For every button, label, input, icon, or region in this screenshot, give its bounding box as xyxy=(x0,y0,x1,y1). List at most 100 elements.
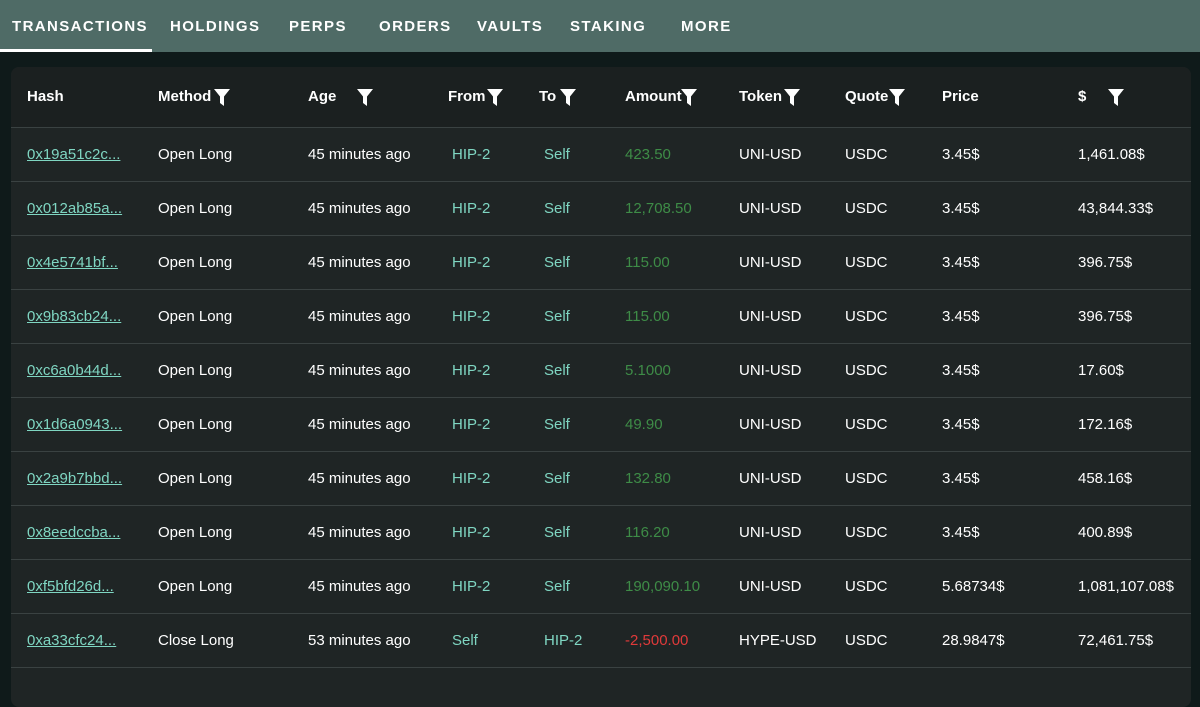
amount-cell: 423.50 xyxy=(625,146,671,163)
age-cell: 45 minutes ago xyxy=(308,416,411,433)
price-cell: 3.45$ xyxy=(942,308,980,325)
tab-vaults[interactable]: VAULTS xyxy=(477,0,543,52)
age-cell: 53 minutes ago xyxy=(308,632,411,649)
price-cell: 3.45$ xyxy=(942,254,980,271)
table-row: 0x012ab85a... Open Long 45 minutes ago HIP-… xyxy=(11,182,1191,236)
method-cell: Open Long xyxy=(158,308,233,325)
age-cell: 45 minutes ago xyxy=(308,254,411,271)
from-link[interactable]: HIP-2 xyxy=(452,236,490,290)
usd-value-cell: 396.75$ xyxy=(1078,308,1133,325)
hash-link[interactable]: 0x19a51c2c... xyxy=(27,128,120,182)
from-link[interactable]: HIP-2 xyxy=(452,452,490,506)
usd-value-cell: 400.89$ xyxy=(1078,524,1133,541)
filter-icon[interactable] xyxy=(889,89,905,106)
amount-cell: 12,708.50 xyxy=(625,200,692,217)
tab-orders[interactable]: ORDERS xyxy=(379,0,452,52)
table-row: 0x2a9b7bbd... Open Long 45 minutes ago HIP-… xyxy=(11,452,1191,506)
usd-value-cell: 17.60$ xyxy=(1078,362,1124,379)
usd-value-cell: 172.16$ xyxy=(1078,416,1133,433)
tab-staking[interactable]: STAKING xyxy=(570,0,646,52)
usd-value-cell: 43,844.33$ xyxy=(1078,200,1154,217)
from-link[interactable]: HIP-2 xyxy=(452,182,490,236)
age-cell: 45 minutes ago xyxy=(308,308,411,325)
to-link[interactable]: Self xyxy=(544,182,570,236)
from-link[interactable]: HIP-2 xyxy=(452,128,490,182)
token-cell: UNI-USD xyxy=(739,308,802,325)
method-cell: Open Long xyxy=(158,524,233,541)
to-link[interactable]: Self xyxy=(544,398,570,452)
usd-value-cell: 458.16$ xyxy=(1078,470,1133,487)
to-link[interactable]: Self xyxy=(544,290,570,344)
quote-cell: USDC xyxy=(845,146,888,163)
hash-link[interactable]: 0x2a9b7bbd... xyxy=(27,452,122,506)
token-cell: HYPE-USD xyxy=(739,632,817,649)
method-cell: Open Long xyxy=(158,200,233,217)
to-link[interactable]: HIP-2 xyxy=(544,614,582,668)
usd-value-cell: 72,461.75$ xyxy=(1078,632,1154,649)
filter-icon[interactable] xyxy=(214,89,230,106)
method-cell: Open Long xyxy=(158,146,233,163)
transactions-table: Hash Method Age From To Amount Token Quo… xyxy=(11,67,1191,707)
hash-link[interactable]: 0xc6a0b44d... xyxy=(27,344,121,398)
column-header-price: Price xyxy=(942,88,979,105)
filter-icon[interactable] xyxy=(1108,89,1124,106)
hash-link[interactable]: 0x012ab85a... xyxy=(27,182,122,236)
from-link[interactable]: HIP-2 xyxy=(452,560,490,614)
quote-cell: USDC xyxy=(845,470,888,487)
method-cell: Open Long xyxy=(158,578,233,595)
method-cell: Open Long xyxy=(158,416,233,433)
filter-icon[interactable] xyxy=(487,89,503,106)
price-cell: 3.45$ xyxy=(942,200,980,217)
age-cell: 45 minutes ago xyxy=(308,524,411,541)
tab-holdings[interactable]: HOLDINGS xyxy=(170,0,260,52)
tab-perps[interactable]: PERPS xyxy=(289,0,347,52)
from-link[interactable]: Self xyxy=(452,614,478,668)
filter-icon[interactable] xyxy=(560,89,576,106)
from-link[interactable]: HIP-2 xyxy=(452,398,490,452)
age-cell: 45 minutes ago xyxy=(308,470,411,487)
from-link[interactable]: HIP-2 xyxy=(452,506,490,560)
hash-link[interactable]: 0x9b83cb24... xyxy=(27,290,121,344)
hash-link[interactable]: 0x8eedccba... xyxy=(27,506,120,560)
price-cell: 3.45$ xyxy=(942,362,980,379)
hash-link[interactable]: 0xa33cfc24... xyxy=(27,614,116,668)
table-row: 0x9b83cb24... Open Long 45 minutes ago HIP-… xyxy=(11,290,1191,344)
age-cell: 45 minutes ago xyxy=(308,146,411,163)
to-link[interactable]: Self xyxy=(544,344,570,398)
hash-link[interactable]: 0x4e5741bf... xyxy=(27,236,118,290)
to-link[interactable]: Self xyxy=(544,560,570,614)
usd-value-cell: 1,461.08$ xyxy=(1078,146,1145,163)
to-link[interactable]: Self xyxy=(544,452,570,506)
amount-cell: 116.20 xyxy=(625,524,670,541)
tab-bar: TRANSACTIONS HOLDINGS PERPS ORDERS VAULT… xyxy=(0,0,1200,52)
quote-cell: USDC xyxy=(845,362,888,379)
from-link[interactable]: HIP-2 xyxy=(452,344,490,398)
token-cell: UNI-USD xyxy=(739,200,802,217)
amount-cell: 115.00 xyxy=(625,254,670,271)
hash-link[interactable]: 0x1d6a0943... xyxy=(27,398,122,452)
tab-transactions[interactable]: TRANSACTIONS xyxy=(0,0,152,52)
table-row: 0xc6a0b44d... Open Long 45 minutes ago HIP-… xyxy=(11,344,1191,398)
price-cell: 28.9847$ xyxy=(942,632,1005,649)
age-cell: 45 minutes ago xyxy=(308,362,411,379)
filter-icon[interactable] xyxy=(681,89,697,106)
to-link[interactable]: Self xyxy=(544,236,570,290)
usd-value-cell: 396.75$ xyxy=(1078,254,1133,271)
to-link[interactable]: Self xyxy=(544,128,570,182)
filter-icon[interactable] xyxy=(784,89,800,106)
filter-icon[interactable] xyxy=(357,89,373,106)
quote-cell: USDC xyxy=(845,416,888,433)
price-cell: 3.45$ xyxy=(942,470,980,487)
quote-cell: USDC xyxy=(845,254,888,271)
quote-cell: USDC xyxy=(845,632,888,649)
hash-link[interactable]: 0xf5bfd26d... xyxy=(27,560,114,614)
from-link[interactable]: HIP-2 xyxy=(452,290,490,344)
age-cell: 45 minutes ago xyxy=(308,200,411,217)
to-link[interactable]: Self xyxy=(544,506,570,560)
quote-cell: USDC xyxy=(845,308,888,325)
price-cell: 3.45$ xyxy=(942,146,980,163)
column-header-usd: $ xyxy=(1078,88,1087,105)
quote-cell: USDC xyxy=(845,524,888,541)
tab-more[interactable]: MORE xyxy=(681,0,732,52)
token-cell: UNI-USD xyxy=(739,578,802,595)
